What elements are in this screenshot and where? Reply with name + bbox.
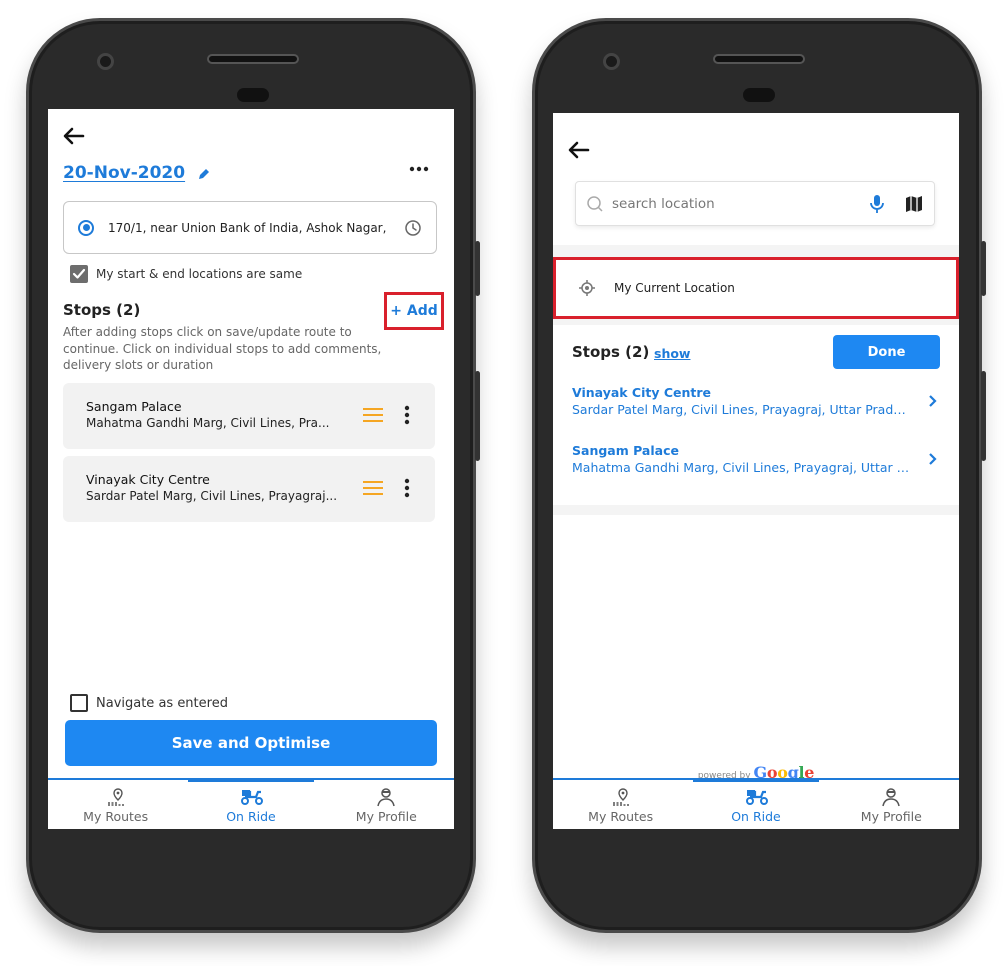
nav-label: My Profile (860, 809, 922, 824)
left-screen: 20-Nov-2020 170/1, near Union Bank of In… (48, 109, 454, 829)
done-button[interactable]: Done (833, 335, 940, 369)
nav-my-routes[interactable]: My Routes (553, 780, 688, 829)
nav-label: My Routes (588, 809, 654, 824)
current-location-label: My Current Location (614, 281, 735, 295)
stop-address: Sardar Patel Marg, Civil Lines, Prayagra… (572, 402, 912, 417)
save-optimise-button[interactable]: Save and Optimise (65, 720, 437, 766)
stops-title: Stops (2) (63, 301, 141, 319)
stop-card[interactable]: Sangam Palace Mahatma Gandhi Marg, Civil… (63, 383, 435, 449)
start-location-text: 170/1, near Union Bank of India, Ashok N… (108, 220, 387, 235)
back-arrow-icon[interactable] (63, 127, 87, 147)
same-locations-label: My start & end locations are same (96, 267, 303, 281)
map-icon[interactable] (904, 194, 924, 214)
route-date[interactable]: 20-Nov-2020 (63, 163, 185, 183)
stop-address: Mahatma Gandhi Marg, Civil Lines, Pra... (86, 416, 330, 430)
nav-label: My Routes (83, 809, 149, 824)
search-bar (575, 181, 935, 226)
stop-address: Sardar Patel Marg, Civil Lines, Prayagra… (86, 489, 338, 503)
microphone-icon[interactable] (868, 194, 886, 214)
nav-my-profile[interactable]: My Profile (319, 780, 454, 829)
sensor (743, 88, 775, 102)
nav-label: My Profile (355, 809, 417, 824)
person-icon (375, 787, 397, 807)
drag-handle-icon[interactable] (363, 407, 383, 423)
stop-item[interactable]: Vinayak City Centre Sardar Patel Marg, C… (572, 385, 942, 417)
speaker (713, 54, 805, 64)
power-button (475, 371, 480, 461)
drag-handle-icon[interactable] (363, 480, 383, 496)
volume-button (475, 241, 480, 296)
chevron-right-icon (928, 451, 938, 465)
person-icon (880, 787, 902, 807)
stop-item[interactable]: Sangam Palace Mahatma Gandhi Marg, Civil… (572, 443, 942, 475)
camera (97, 53, 114, 70)
nav-on-ride[interactable]: On Ride (688, 778, 823, 829)
stop-name: Sangam Palace (572, 443, 679, 458)
current-location-option[interactable]: My Current Location (553, 257, 959, 319)
right-screen: My Current Location Stops (2) show Done … (553, 113, 959, 829)
nav-my-routes[interactable]: My Routes (48, 780, 183, 829)
stops-description: After adding stops click on save/update … (63, 325, 382, 372)
stop-name: Vinayak City Centre (86, 472, 210, 487)
navigate-row: Navigate as entered (70, 694, 228, 712)
stop-address: Mahatma Gandhi Marg, Civil Lines, Prayag… (572, 460, 912, 475)
same-locations-checkbox[interactable] (70, 265, 88, 283)
sensor (237, 88, 269, 102)
stop-card[interactable]: Vinayak City Centre Sardar Patel Marg, C… (63, 456, 435, 522)
bottom-nav: My Routes On Ride My Profile (553, 778, 959, 829)
scooter-icon (745, 787, 768, 807)
stop-more-icon[interactable] (403, 405, 411, 425)
speaker (207, 54, 299, 64)
power-button (981, 371, 986, 461)
same-locations-row: My start & end locations are same (70, 265, 302, 283)
stop-more-icon[interactable] (403, 478, 411, 498)
phone-right: My Current Location Stops (2) show Done … (532, 18, 986, 933)
stops-panel: Stops (2) show Done Vinayak City Centre … (553, 325, 959, 505)
stop-name: Vinayak City Centre (572, 385, 712, 400)
route-pin-icon (105, 787, 127, 807)
bottom-nav: My Routes On Ride My Profile (48, 778, 454, 829)
nav-on-ride[interactable]: On Ride (183, 778, 318, 829)
more-options-icon[interactable] (408, 165, 430, 179)
show-link[interactable]: show (654, 346, 690, 361)
nav-label: On Ride (226, 809, 276, 824)
date-row: 20-Nov-2020 (63, 163, 211, 183)
camera (603, 53, 620, 70)
nav-my-profile[interactable]: My Profile (824, 780, 959, 829)
search-input[interactable] (612, 195, 868, 212)
stops-title: Stops (2) (572, 343, 650, 361)
chevron-right-icon (928, 393, 938, 407)
start-location-field[interactable]: 170/1, near Union Bank of India, Ashok N… (63, 201, 437, 254)
phone-left: 20-Nov-2020 170/1, near Union Bank of In… (26, 18, 480, 933)
navigate-checkbox[interactable] (70, 694, 88, 712)
search-icon (586, 195, 604, 213)
scooter-icon (240, 787, 263, 807)
target-icon (578, 279, 596, 297)
route-pin-icon (610, 787, 632, 807)
location-radio-icon (78, 219, 94, 236)
pencil-icon[interactable] (197, 166, 211, 180)
stop-name: Sangam Palace (86, 399, 182, 414)
navigate-label: Navigate as entered (96, 695, 228, 711)
back-arrow-icon[interactable] (568, 141, 592, 161)
nav-label: On Ride (731, 809, 781, 824)
volume-button (981, 241, 986, 296)
clock-icon[interactable] (404, 219, 422, 237)
